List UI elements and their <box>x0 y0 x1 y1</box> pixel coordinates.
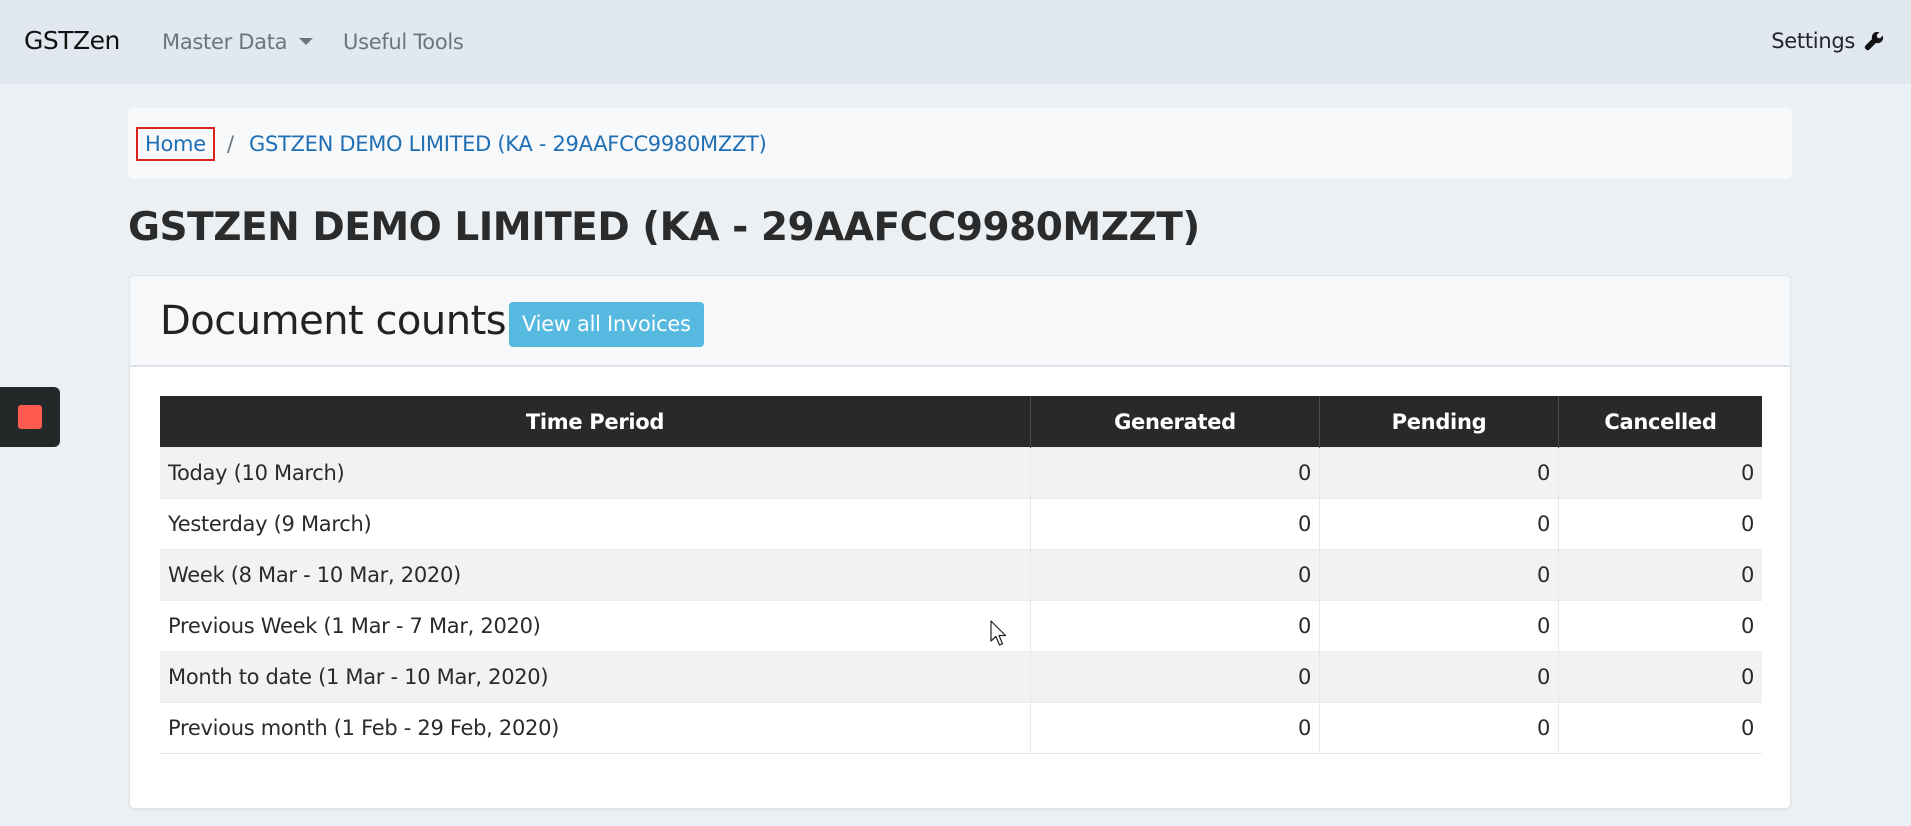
cell-period: Previous Week (1 Mar - 7 Mar, 2020) <box>160 600 1031 652</box>
document-counts-card: Document counts View all Invoices Time P… <box>129 275 1791 809</box>
column-header-generated: Generated <box>1030 396 1320 448</box>
cell-period: Previous month (1 Feb - 29 Feb, 2020) <box>160 702 1031 754</box>
cell-pending: 0 <box>1319 447 1559 499</box>
breadcrumb-home-link[interactable]: Home <box>136 127 215 161</box>
cell-cancelled: 0 <box>1558 447 1762 499</box>
nav-master-data[interactable]: Master Data <box>162 30 314 54</box>
card-title: Document counts <box>160 298 507 344</box>
view-all-invoices-button[interactable]: View all Invoices <box>509 302 704 347</box>
column-header-cancelled: Cancelled <box>1558 396 1762 448</box>
cell-generated: 0 <box>1030 447 1320 499</box>
cell-generated: 0 <box>1030 651 1320 703</box>
cell-pending: 0 <box>1319 549 1559 601</box>
cell-pending: 0 <box>1319 702 1559 754</box>
settings-link[interactable]: Settings <box>1771 29 1885 53</box>
stop-icon[interactable] <box>18 405 42 429</box>
cell-pending: 0 <box>1319 600 1559 652</box>
cell-cancelled: 0 <box>1558 651 1762 703</box>
table-row: Week (8 Mar - 10 Mar, 2020) 0 0 0 <box>160 549 1762 601</box>
document-counts-table: Time Period Generated Pending Cancelled … <box>160 396 1762 754</box>
table-row: Month to date (1 Mar - 10 Mar, 2020) 0 0… <box>160 651 1762 703</box>
table-row: Yesterday (9 March) 0 0 0 <box>160 498 1762 550</box>
table-header-row: Time Period Generated Pending Cancelled <box>160 396 1762 448</box>
cell-generated: 0 <box>1030 549 1320 601</box>
breadcrumb-company-link[interactable]: GSTZEN DEMO LIMITED (KA - 29AAFCC9980MZZ… <box>249 129 767 159</box>
wrench-icon <box>1864 31 1884 51</box>
screen-recorder-widget[interactable] <box>0 387 60 447</box>
page-title: GSTZEN DEMO LIMITED (KA - 29AAFCC9980MZZ… <box>128 205 1200 250</box>
top-navbar: GSTZen Master Data Useful Tools Settings <box>0 0 1911 84</box>
nav-master-data-label: Master Data <box>162 30 288 54</box>
cell-cancelled: 0 <box>1558 549 1762 601</box>
cell-cancelled: 0 <box>1558 702 1762 754</box>
cell-generated: 0 <box>1030 498 1320 550</box>
cell-period: Month to date (1 Mar - 10 Mar, 2020) <box>160 651 1031 703</box>
table-row: Today (10 March) 0 0 0 <box>160 447 1762 499</box>
breadcrumb-separator: / <box>227 132 235 156</box>
cell-period: Week (8 Mar - 10 Mar, 2020) <box>160 549 1031 601</box>
table-row: Previous month (1 Feb - 29 Feb, 2020) 0 … <box>160 702 1762 754</box>
brand-logo[interactable]: GSTZen <box>24 26 120 55</box>
caret-down-icon <box>299 37 314 45</box>
cell-cancelled: 0 <box>1558 600 1762 652</box>
column-header-time-period: Time Period <box>160 396 1031 448</box>
cell-period: Yesterday (9 March) <box>160 498 1031 550</box>
settings-label: Settings <box>1771 29 1855 53</box>
column-header-pending: Pending <box>1319 396 1559 448</box>
breadcrumb: Home / GSTZEN DEMO LIMITED (KA - 29AAFCC… <box>128 108 1792 179</box>
cell-pending: 0 <box>1319 498 1559 550</box>
cell-generated: 0 <box>1030 702 1320 754</box>
cell-cancelled: 0 <box>1558 498 1762 550</box>
mouse-cursor-icon <box>990 620 1007 646</box>
card-header: Document counts View all Invoices <box>130 276 1790 367</box>
cell-period: Today (10 March) <box>160 447 1031 499</box>
table-row: Previous Week (1 Mar - 7 Mar, 2020) 0 0 … <box>160 600 1762 652</box>
cell-pending: 0 <box>1319 651 1559 703</box>
nav-useful-tools[interactable]: Useful Tools <box>343 30 464 54</box>
cell-generated: 0 <box>1030 600 1320 652</box>
